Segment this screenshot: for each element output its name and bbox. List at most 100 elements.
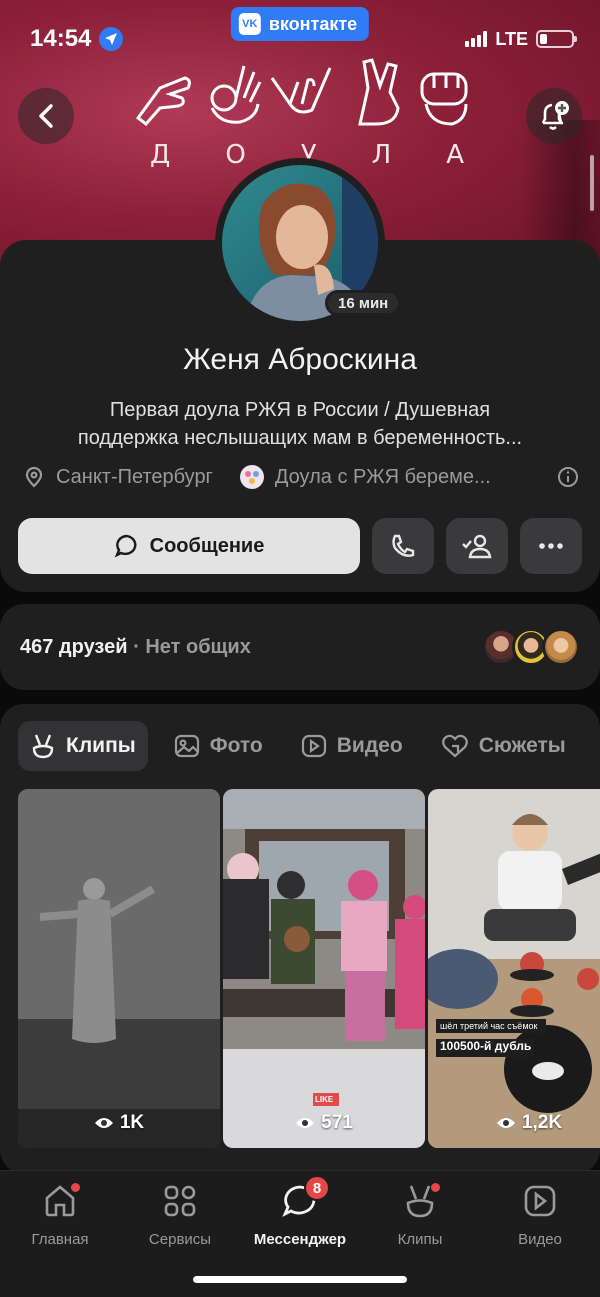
profile-actions: Сообщение	[18, 518, 582, 574]
clip-item[interactable]: шёл третий час съёмок 100500-й дубль 1,2…	[428, 789, 600, 1148]
clip-views-count: 571	[321, 1112, 353, 1133]
nav-label: Сервисы	[148, 1231, 212, 1248]
unread-badge: 8	[304, 1175, 330, 1201]
sign-hand-1-icon	[135, 76, 191, 127]
bell-plus-icon	[541, 101, 569, 130]
status-time-group: 14:54	[30, 25, 124, 53]
profile-bio[interactable]: Первая доула РЖЯ в России / Душевная под…	[30, 396, 570, 452]
scrollbar[interactable]	[590, 155, 594, 211]
nav-services[interactable]: Сервисы	[125, 1179, 235, 1248]
eye-icon	[94, 1118, 113, 1128]
network-type: LTE	[495, 28, 528, 49]
clip-caption-line: шёл третий час съёмок	[440, 1021, 538, 1031]
services-icon	[158, 1179, 202, 1223]
status-time: 14:54	[30, 25, 92, 52]
video-icon	[301, 734, 326, 758]
tab-stories[interactable]: Сюжеты	[429, 721, 578, 771]
media-card: Клипы Фото Видео Сюжеты 1K LIKE 571 шёл …	[0, 704, 600, 1174]
cover-letter: О	[225, 140, 252, 170]
tab-video[interactable]: Видео	[289, 721, 415, 771]
tab-clips[interactable]: Клипы	[18, 721, 148, 771]
clip-views-count: 1K	[119, 1112, 145, 1133]
profile-name: Женя Аброскина	[183, 343, 417, 376]
clip-views: 571	[223, 1112, 425, 1134]
chevron-left-icon	[39, 104, 53, 128]
cover-letter: Д	[150, 140, 177, 170]
tab-label: Клипы	[66, 734, 136, 757]
tab-label: Фото	[209, 734, 263, 757]
clip-thumbnail	[18, 789, 220, 1148]
sign-hand-2-icon	[210, 65, 262, 124]
battery-icon	[536, 30, 577, 48]
friends-count: 467 друзей	[20, 635, 128, 658]
messenger-icon: 8	[278, 1175, 330, 1223]
profile-group-link[interactable]: Доула с РЖЯ береме...	[275, 466, 491, 489]
notification-dot	[71, 1183, 80, 1192]
home-indicator[interactable]	[193, 1276, 407, 1283]
nav-label: Клипы	[397, 1231, 443, 1248]
stories-icon	[441, 734, 468, 758]
clips-icon	[398, 1179, 442, 1223]
sign-hand-5-icon	[420, 72, 468, 126]
call-button[interactable]	[372, 518, 434, 574]
nav-video[interactable]: Видео	[485, 1179, 595, 1248]
clip-thumbnail	[428, 789, 600, 1148]
friend-avatar	[542, 628, 580, 666]
clip-item[interactable]: LIKE 571	[223, 789, 425, 1148]
clips-grid: 1K LIKE 571 шёл третий час съёмок 100500…	[18, 789, 600, 1148]
nav-label: Видео	[518, 1231, 562, 1248]
vk-app-banner[interactable]: VK вконтакте	[230, 7, 370, 41]
clip-views-count: 1,2K	[521, 1112, 563, 1133]
notify-subscribe-button[interactable]	[526, 88, 582, 144]
home-icon	[38, 1179, 82, 1223]
friends-separator: ·	[133, 635, 140, 658]
clip-views: 1K	[18, 1112, 220, 1134]
cover-letter: А	[446, 140, 470, 170]
tab-label: Сюжеты	[478, 734, 566, 757]
phone-icon	[392, 534, 415, 557]
online-status-badge: 16 мин	[325, 290, 402, 316]
bio-line: Первая доула РЖЯ в России / Душевная	[109, 399, 491, 421]
clip-like-badge: LIKE	[315, 1095, 334, 1104]
cover-letter: Л	[371, 140, 398, 170]
signal-strength-icon	[465, 31, 488, 47]
profile-city[interactable]: Санкт-Петербург	[56, 466, 213, 489]
profile-info-row: Санкт-Петербург Доула с РЖЯ береме...	[22, 464, 580, 490]
ellipsis-icon	[539, 543, 563, 549]
message-button-label: Сообщение	[149, 534, 265, 557]
group-avatar-icon	[239, 465, 264, 489]
notification-dot	[431, 1183, 440, 1192]
sign-hand-3-icon	[270, 67, 332, 114]
nav-label: Главная	[31, 1231, 89, 1248]
media-tabs: Клипы Фото Видео Сюжеты	[18, 721, 578, 771]
video-icon	[518, 1179, 562, 1223]
user-check-icon	[462, 534, 492, 559]
nav-clips[interactable]: Клипы	[365, 1179, 475, 1248]
message-bubble-icon	[114, 534, 137, 558]
back-button[interactable]	[18, 88, 74, 144]
status-indicators: LTE	[465, 28, 577, 50]
eye-icon	[496, 1118, 515, 1128]
friends-avatars	[482, 628, 580, 666]
battery-level	[540, 34, 547, 44]
message-button[interactable]: Сообщение	[18, 518, 360, 574]
clips-icon	[32, 734, 54, 759]
nav-home[interactable]: Главная	[5, 1179, 115, 1248]
more-options-button[interactable]	[520, 518, 582, 574]
nav-messenger[interactable]: 8 Мессенджер	[245, 1175, 355, 1248]
info-icon[interactable]	[556, 465, 580, 489]
location-pin-icon	[25, 466, 43, 488]
tab-photo[interactable]: Фото	[162, 721, 275, 771]
friends-card[interactable]: 467 друзей · Нет общих	[0, 604, 600, 690]
friend-status-button[interactable]	[446, 518, 508, 574]
bio-line: поддержка неслышащих мам в беременность.…	[77, 427, 523, 449]
nav-label: Мессенджер	[253, 1231, 347, 1248]
clip-item[interactable]: 1K	[18, 789, 220, 1148]
tab-label: Видео	[336, 734, 403, 757]
app-banner-label: вконтакте	[268, 13, 358, 34]
clip-caption-line: 100500-й дубль	[440, 1039, 532, 1053]
clip-views: 1,2K	[428, 1112, 600, 1134]
photo-icon	[174, 734, 199, 758]
eye-icon	[296, 1118, 315, 1128]
location-arrow-icon	[99, 27, 124, 51]
